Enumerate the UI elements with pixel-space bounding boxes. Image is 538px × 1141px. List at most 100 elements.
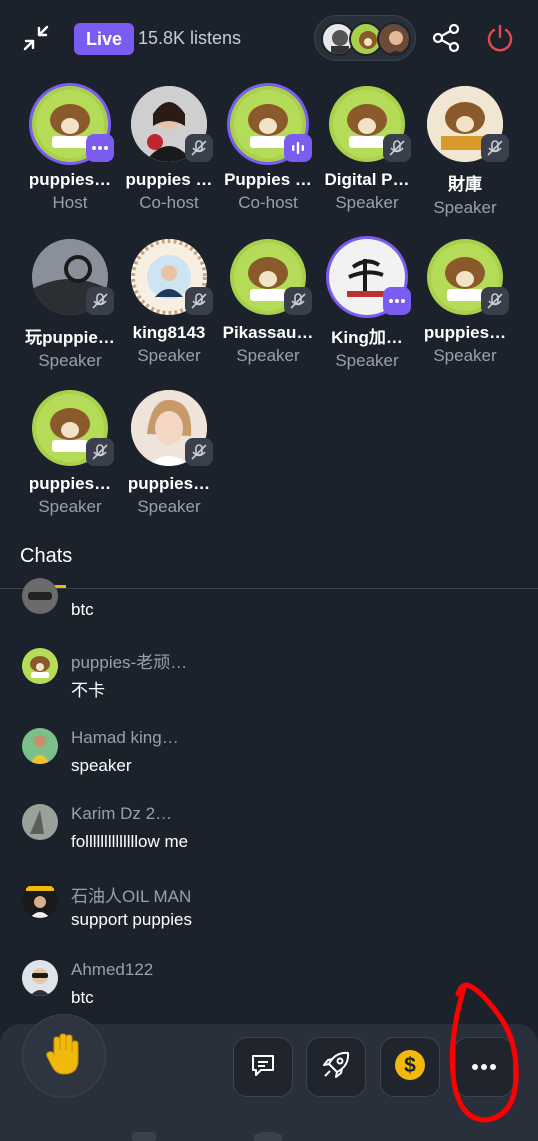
participant-role: Speaker (38, 351, 102, 370)
avatar (131, 239, 213, 315)
participant-speaker[interactable]: King加… Speaker (317, 239, 417, 371)
participant-speaker[interactable]: 玩puppie… Speaker (20, 239, 120, 371)
chat-text: speaker (71, 756, 132, 775)
react-button[interactable] (306, 1037, 366, 1097)
mic-off-icon (284, 287, 312, 315)
participant-speaker[interactable]: puppies… Speaker (119, 390, 219, 517)
participant-role: Speaker (38, 497, 102, 516)
live-badge: Live (74, 23, 135, 55)
chat-avatar (22, 648, 58, 684)
avatar (230, 86, 312, 162)
participant-role: Speaker (137, 497, 201, 516)
chat-text: support puppies (71, 910, 192, 929)
participant-name: 玩puppie… (25, 328, 115, 347)
minimize-icon[interactable] (20, 22, 52, 54)
dollar-icon: $ (394, 1049, 426, 1086)
mic-off-icon (185, 287, 213, 315)
participant-speaker[interactable]: king8143 Speaker (119, 239, 219, 366)
speaking-icon (284, 134, 312, 162)
tip-button[interactable]: $ (380, 1037, 440, 1097)
nav-hint (254, 1132, 282, 1141)
chat-username[interactable]: 石油人OIL MAN (71, 882, 191, 907)
avatar (329, 239, 411, 315)
hand-icon (44, 1032, 84, 1081)
participant-name: Pikassau… (222, 323, 314, 342)
mic-off-icon (481, 287, 509, 315)
participant-role: Host (52, 193, 88, 212)
mic-off-icon (86, 438, 114, 466)
listen-count: 15.8K listens (138, 28, 242, 48)
chat-text: btc (71, 988, 94, 1007)
participant-role: Speaker (335, 351, 399, 370)
participant-name: Digital P… (324, 170, 410, 189)
chat-avatar (22, 960, 58, 996)
chat-avatar (22, 578, 58, 614)
more-icon[interactable] (383, 287, 411, 315)
participant-name: puppies… (127, 474, 211, 493)
chats-heading: Chats (20, 545, 73, 567)
participant-name: puppies… (28, 474, 112, 493)
chat-avatar (22, 728, 58, 764)
participant-name: puppies … (125, 170, 213, 189)
participant-name: 財庫 (448, 175, 482, 194)
participant-name: king8143 (132, 323, 206, 342)
avatar (32, 239, 114, 315)
more-icon[interactable] (86, 134, 114, 162)
participant-cohost[interactable]: Puppies … Co-host (218, 86, 318, 213)
listeners-avatars[interactable] (314, 15, 416, 61)
mic-off-icon (481, 134, 509, 162)
mic-off-icon (383, 134, 411, 162)
avatar (427, 239, 509, 315)
participant-role: Speaker (335, 193, 399, 212)
chat-avatar (22, 882, 58, 918)
chat-text: follllllllllllllow me (71, 832, 189, 851)
participant-name: puppies… (28, 170, 112, 189)
listener-avatar (377, 22, 411, 56)
participant-name: Puppies … (224, 170, 312, 189)
participant-speaker[interactable]: puppies… Speaker (20, 390, 120, 517)
chat-button[interactable] (233, 1037, 293, 1097)
avatar (329, 86, 411, 162)
chat-message: Karim Dz 2… follllllllllllllow me (22, 804, 442, 860)
participant-role: Speaker (433, 346, 497, 365)
participant-name: King加… (331, 328, 403, 347)
participant-host[interactable]: puppies… Host (20, 86, 120, 213)
chat-text: 不卡 (71, 681, 105, 700)
avatar (32, 86, 114, 162)
mic-off-icon (185, 134, 213, 162)
avatar (230, 239, 312, 315)
share-icon[interactable] (430, 22, 462, 54)
participant-role: Co-host (139, 193, 199, 212)
mic-off-icon (185, 438, 213, 466)
participant-speaker[interactable]: Digital P… Speaker (317, 86, 417, 213)
chat-avatar (22, 804, 58, 840)
top-bar: Live 15.8K listens (0, 0, 538, 76)
rocket-icon (321, 1050, 351, 1085)
participant-speaker[interactable]: 財庫 Speaker (415, 86, 515, 218)
participant-cohost[interactable]: puppies … Co-host (119, 86, 219, 213)
avatar (131, 390, 213, 466)
mic-off-icon (86, 287, 114, 315)
participant-role: Speaker (236, 346, 300, 365)
participant-role: Speaker (433, 198, 497, 217)
chat-username[interactable]: Hamad king… (71, 728, 179, 748)
raise-hand-button[interactable] (22, 1014, 106, 1098)
participant-role: Co-host (238, 193, 298, 212)
chat-username[interactable]: Karim Dz 2… (71, 804, 172, 824)
avatar (32, 390, 114, 466)
avatar (131, 86, 213, 162)
chat-message: Hamad king… speaker (22, 728, 442, 784)
participant-speaker[interactable]: puppies… Speaker (415, 239, 515, 366)
svg-text:$: $ (404, 1054, 416, 1077)
chat-username[interactable]: puppies-老顽… (71, 648, 187, 673)
participant-name: puppies… (423, 323, 507, 342)
chat-username[interactable]: Ahmed122 (71, 960, 153, 980)
chat-text: btc (71, 600, 94, 619)
chat-message: Ahmed122 btc (22, 960, 442, 1016)
leave-power-icon[interactable] (484, 22, 516, 54)
nav-hint (132, 1132, 156, 1141)
participant-speaker[interactable]: Pikassau… Speaker (218, 239, 318, 366)
participant-role: Speaker (137, 346, 201, 365)
chat-icon (249, 1051, 277, 1084)
red-annotation-circle (449, 982, 519, 1123)
